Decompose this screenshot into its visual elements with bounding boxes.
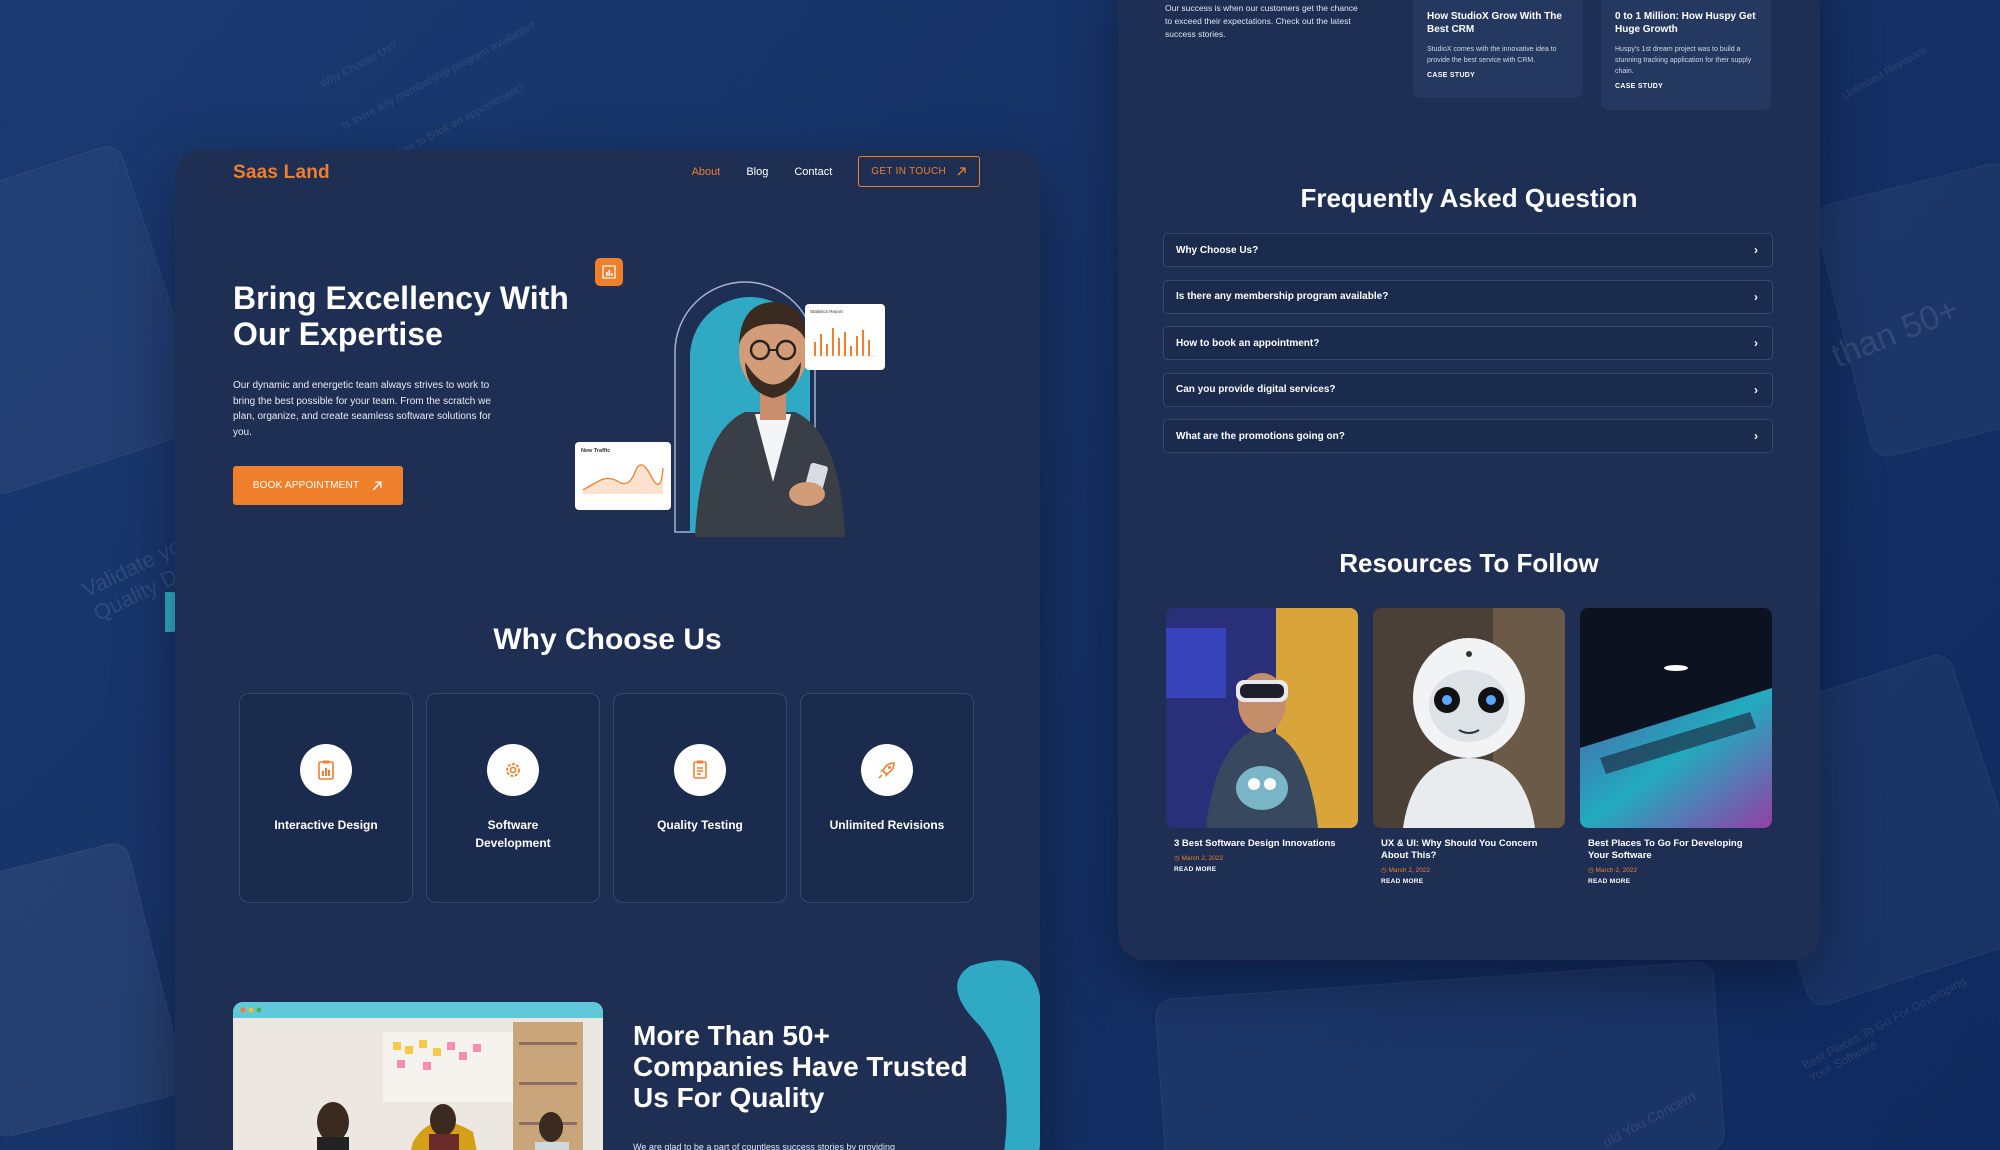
nav-about[interactable]: About	[692, 166, 721, 178]
resource-title[interactable]: UX & UI: Why Should You Concern About Th…	[1373, 838, 1565, 862]
bg-card-2	[0, 839, 189, 1141]
faq-item[interactable]: How to book an appointment? ›	[1163, 326, 1773, 360]
feature-card[interactable]: Software Development	[426, 693, 600, 903]
resource-card[interactable]: UX & UI: Why Should You Concern About Th…	[1373, 608, 1565, 885]
feature-label: Software Development	[475, 818, 551, 850]
faq-question: Can you provide digital services?	[1176, 384, 1336, 395]
book-appointment-button[interactable]: BOOK APPOINTMENT	[233, 466, 403, 505]
faq-item[interactable]: Why Choose Us? ›	[1163, 233, 1773, 267]
chart-badge-icon	[595, 258, 623, 286]
faq-question: How to book an appointment?	[1176, 337, 1320, 349]
faq-title: Frequently Asked Question	[1300, 183, 1638, 213]
robot-image	[1373, 608, 1565, 828]
chevron-right-icon: ›	[1754, 429, 1758, 443]
chevron-right-icon: ›	[1754, 336, 1758, 350]
resource-date: ◷ March 2, 2022	[1174, 855, 1224, 862]
feature-label: Unlimited Revisions	[829, 818, 945, 832]
faq-list: Why Choose Us? › Is there any membership …	[1163, 233, 1773, 466]
case-study-link[interactable]: CASE STUDY	[1427, 72, 1569, 79]
case-study-title: 0 to 1 Million: How Huspy Get Huge Growt…	[1615, 11, 1756, 35]
clipboard-chart-icon	[300, 744, 352, 796]
statistics-report-card: Statistics Report	[805, 304, 885, 370]
read-more-link[interactable]: READ MORE	[1580, 878, 1772, 885]
trust-title: More Than 50+ Companies Have Trusted Us …	[633, 1020, 968, 1113]
chevron-right-icon: ›	[1754, 382, 1758, 397]
arrow-up-right-icon	[957, 167, 966, 176]
resource-card[interactable]: Best Places To Go For Developing Your So…	[1580, 608, 1772, 885]
resource-title[interactable]: 3 Best Software Design Innovations	[1166, 838, 1358, 850]
why-choose-us-title: Why Choose Us	[493, 623, 722, 656]
brand-logo[interactable]: Saas Land	[233, 162, 330, 184]
resource-date: ◷ March 2, 2022	[1381, 867, 1431, 874]
new-traffic-card: New Traffic	[575, 442, 671, 510]
read-more-link[interactable]: READ MORE	[1166, 866, 1358, 873]
success-description: Our success is when our customers get th…	[1165, 3, 1358, 39]
mini-bar-chart	[812, 328, 876, 357]
faq-resources-panel: Our success is when our customers get th…	[1118, 0, 1820, 960]
mini-line-chart	[582, 464, 664, 494]
case-study-description: StudioX comes with the innovative idea t…	[1427, 46, 1557, 64]
laptop-keyboard-image	[1580, 608, 1772, 828]
gear-icon	[487, 744, 539, 796]
case-study-description: Huspy's 1st dream project was to build a…	[1615, 46, 1752, 75]
read-more-link[interactable]: READ MORE	[1373, 878, 1565, 885]
hero-illustration: Statistics Report New Traffic	[575, 232, 945, 542]
hero-title: Bring Excellency With Our Expertise	[233, 280, 569, 352]
rocket-icon	[861, 744, 913, 796]
bg-text: Is there any membership program availabl…	[340, 19, 538, 133]
resources-row: 3 Best Software Design Innovations ◷ Mar…	[1166, 608, 1772, 885]
resource-title[interactable]: Best Places To Go For Developing Your So…	[1580, 838, 1772, 862]
faq-question: Is there any membership program availabl…	[1176, 291, 1389, 302]
faq-item[interactable]: Is there any membership program availabl…	[1163, 279, 1773, 314]
checklist-icon	[674, 744, 726, 796]
case-study-title: How StudioX Grow With The Best CRM	[1427, 11, 1562, 35]
landing-page-panel: Saas Land About Blog Contact GET IN TOUC…	[175, 150, 1040, 1150]
faq-item[interactable]: Can you provide digital services? ›	[1163, 372, 1773, 407]
bg-text: Why Choose Us?	[318, 39, 400, 91]
get-in-touch-button[interactable]: GET IN TOUCH	[858, 156, 980, 187]
book-appointment-label: BOOK APPOINTMENT	[252, 480, 360, 491]
get-in-touch-label: GET IN TOUCH	[871, 166, 946, 177]
feature-card[interactable]: Quality Testing	[613, 693, 787, 903]
faq-question: Why Choose Us?	[1176, 244, 1259, 256]
trust-description: We are glad to be a part of countless su…	[633, 1142, 895, 1150]
feature-label: Quality Testing	[657, 818, 743, 832]
resources-title: Resources To Follow	[1339, 548, 1599, 578]
resource-card[interactable]: 3 Best Software Design Innovations ◷ Mar…	[1166, 608, 1358, 885]
bg-text: Unlimited Revisions	[1840, 43, 1930, 103]
feature-card[interactable]: Interactive Design	[239, 693, 413, 903]
arrow-up-right-icon	[372, 480, 382, 490]
feature-label: Interactive Design	[274, 818, 378, 832]
feature-card[interactable]: Unlimited Revisions	[800, 693, 974, 903]
chevron-right-icon: ›	[1754, 289, 1758, 304]
vr-headset-image	[1166, 608, 1358, 828]
case-study-link[interactable]: CASE STUDY	[1615, 83, 1757, 90]
nav-contact[interactable]: Contact	[794, 166, 832, 178]
nav-blog[interactable]: Blog	[746, 166, 768, 178]
faq-question: What are the promotions going on?	[1176, 430, 1345, 442]
resource-date: ◷ March 2, 2022	[1588, 867, 1638, 874]
hero-description: Our dynamic and energetic team always st…	[233, 380, 491, 438]
chevron-right-icon: ›	[1754, 243, 1758, 257]
features-row: Interactive Design Software Development …	[239, 693, 974, 903]
faq-item[interactable]: What are the promotions going on? ›	[1163, 419, 1773, 453]
main-nav: About Blog Contact GET IN TOUCH	[692, 156, 980, 187]
team-meeting-image	[233, 1002, 603, 1150]
case-study-card[interactable]: 0 to 1 Million: How Huspy Get Huge Growt…	[1601, 0, 1771, 110]
case-study-card[interactable]: How StudioX Grow With The Best CRM Studi…	[1413, 0, 1583, 98]
